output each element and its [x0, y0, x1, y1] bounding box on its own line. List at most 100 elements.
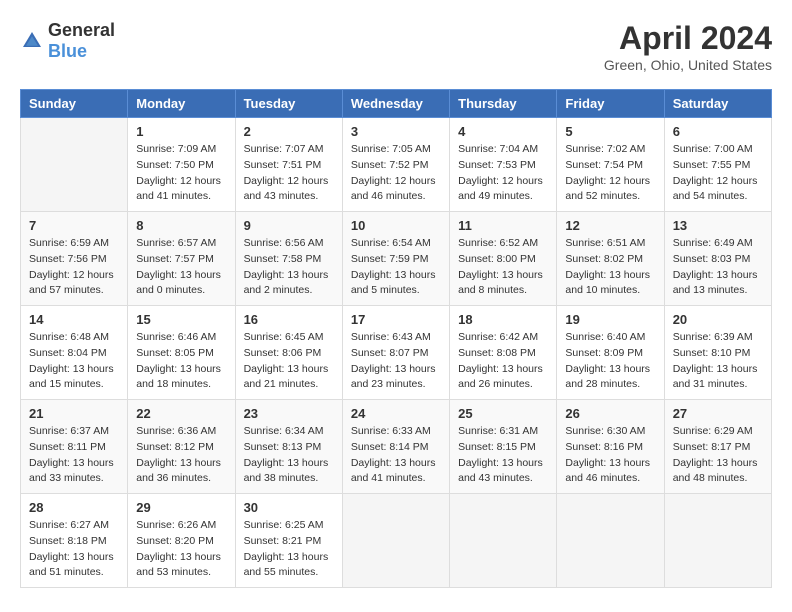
calendar-cell: 13 Sunrise: 6:49 AMSunset: 8:03 PMDayligh…: [664, 212, 771, 306]
calendar-cell: 5 Sunrise: 7:02 AMSunset: 7:54 PMDaylight…: [557, 118, 664, 212]
day-info: Sunrise: 6:25 AMSunset: 8:21 PMDaylight:…: [244, 518, 334, 581]
week-row-3: 14Sunrise: 6:48 AMSunset: 8:04 PMDayligh…: [21, 306, 772, 400]
day-info: Sunrise: 6:57 AMSunset: 7:57 PMDaylight:…: [136, 236, 226, 299]
day-info: Sunrise: 7:05 AMSunset: 7:52 PMDaylight:…: [351, 142, 441, 205]
calendar-cell: 15 Sunrise: 6:46 AMSunset: 8:05 PMDayligh…: [128, 306, 235, 400]
logo-text-blue: Blue: [48, 41, 87, 61]
day-number: 3: [351, 124, 441, 139]
day-info: Sunrise: 6:27 AMSunset: 8:18 PMDaylight:…: [29, 518, 119, 581]
day-info: Sunrise: 6:40 AMSunset: 8:09 PMDaylight:…: [565, 330, 655, 393]
day-info: Sunrise: 6:56 AMSunset: 7:58 PMDaylight:…: [244, 236, 334, 299]
page-header: General Blue April 2024 Green, Ohio, Uni…: [20, 20, 772, 73]
day-info: Sunrise: 6:54 AMSunset: 7:59 PMDaylight:…: [351, 236, 441, 299]
day-info: Sunrise: 6:59 AMSunset: 7:56 PMDaylight:…: [29, 236, 119, 299]
day-number: 6: [673, 124, 763, 139]
calendar-cell: 24Sunrise: 6:33 AMSunset: 8:14 PMDayligh…: [342, 400, 449, 494]
calendar-cell: [664, 494, 771, 588]
calendar-cell: 8 Sunrise: 6:57 AMSunset: 7:57 PMDaylight…: [128, 212, 235, 306]
calendar-cell: 12 Sunrise: 6:51 AMSunset: 8:02 PMDayligh…: [557, 212, 664, 306]
week-row-2: 7 Sunrise: 6:59 AMSunset: 7:56 PMDaylight…: [21, 212, 772, 306]
logo-icon: [20, 29, 44, 53]
day-info: Sunrise: 6:39 AMSunset: 8:10 PMDaylight:…: [673, 330, 763, 393]
title-area: April 2024 Green, Ohio, United States: [604, 20, 772, 73]
day-info: Sunrise: 6:34 AMSunset: 8:13 PMDaylight:…: [244, 424, 334, 487]
calendar-cell: 2 Sunrise: 7:07 AMSunset: 7:51 PMDaylight…: [235, 118, 342, 212]
day-number: 27: [673, 406, 763, 421]
week-row-1: 1Sunrise: 7:09 AMSunset: 7:50 PMDaylight…: [21, 118, 772, 212]
calendar-table: SundayMondayTuesdayWednesdayThursdayFrid…: [20, 89, 772, 588]
day-number: 29: [136, 500, 226, 515]
calendar-cell: [21, 118, 128, 212]
day-info: Sunrise: 6:48 AMSunset: 8:04 PMDaylight:…: [29, 330, 119, 393]
day-number: 16: [244, 312, 334, 327]
day-number: 8: [136, 218, 226, 233]
day-number: 17: [351, 312, 441, 327]
day-number: 13: [673, 218, 763, 233]
day-number: 22: [136, 406, 226, 421]
day-number: 2: [244, 124, 334, 139]
column-header-wednesday: Wednesday: [342, 90, 449, 118]
day-info: Sunrise: 6:29 AMSunset: 8:17 PMDaylight:…: [673, 424, 763, 487]
calendar-cell: 25Sunrise: 6:31 AMSunset: 8:15 PMDayligh…: [450, 400, 557, 494]
day-number: 15: [136, 312, 226, 327]
calendar-cell: 27 Sunrise: 6:29 AMSunset: 8:17 PMDayligh…: [664, 400, 771, 494]
calendar-location: Green, Ohio, United States: [604, 57, 772, 73]
day-info: Sunrise: 6:51 AMSunset: 8:02 PMDaylight:…: [565, 236, 655, 299]
calendar-cell: 30 Sunrise: 6:25 AMSunset: 8:21 PMDayligh…: [235, 494, 342, 588]
day-info: Sunrise: 6:30 AMSunset: 8:16 PMDaylight:…: [565, 424, 655, 487]
day-number: 18: [458, 312, 548, 327]
day-info: Sunrise: 6:45 AMSunset: 8:06 PMDaylight:…: [244, 330, 334, 393]
day-info: Sunrise: 6:26 AMSunset: 8:20 PMDaylight:…: [136, 518, 226, 581]
calendar-cell: 20 Sunrise: 6:39 AMSunset: 8:10 PMDayligh…: [664, 306, 771, 400]
calendar-cell: [557, 494, 664, 588]
column-header-friday: Friday: [557, 90, 664, 118]
day-info: Sunrise: 6:46 AMSunset: 8:05 PMDaylight:…: [136, 330, 226, 393]
day-number: 23: [244, 406, 334, 421]
calendar-cell: 3 Sunrise: 7:05 AMSunset: 7:52 PMDaylight…: [342, 118, 449, 212]
day-number: 24: [351, 406, 441, 421]
day-info: Sunrise: 7:07 AMSunset: 7:51 PMDaylight:…: [244, 142, 334, 205]
calendar-cell: 9Sunrise: 6:56 AMSunset: 7:58 PMDaylight…: [235, 212, 342, 306]
column-header-monday: Monday: [128, 90, 235, 118]
calendar-cell: 28 Sunrise: 6:27 AMSunset: 8:18 PMDayligh…: [21, 494, 128, 588]
calendar-cell: 26 Sunrise: 6:30 AMSunset: 8:16 PMDayligh…: [557, 400, 664, 494]
calendar-cell: 1Sunrise: 7:09 AMSunset: 7:50 PMDaylight…: [128, 118, 235, 212]
calendar-cell: [342, 494, 449, 588]
calendar-header-row: SundayMondayTuesdayWednesdayThursdayFrid…: [21, 90, 772, 118]
day-number: 7: [29, 218, 119, 233]
day-info: Sunrise: 6:37 AMSunset: 8:11 PMDaylight:…: [29, 424, 119, 487]
column-header-thursday: Thursday: [450, 90, 557, 118]
day-number: 12: [565, 218, 655, 233]
calendar-cell: 23 Sunrise: 6:34 AMSunset: 8:13 PMDayligh…: [235, 400, 342, 494]
calendar-cell: 17Sunrise: 6:43 AMSunset: 8:07 PMDayligh…: [342, 306, 449, 400]
day-info: Sunrise: 6:36 AMSunset: 8:12 PMDaylight:…: [136, 424, 226, 487]
week-row-4: 21 Sunrise: 6:37 AMSunset: 8:11 PMDayligh…: [21, 400, 772, 494]
day-number: 20: [673, 312, 763, 327]
calendar-cell: 22 Sunrise: 6:36 AMSunset: 8:12 PMDayligh…: [128, 400, 235, 494]
day-info: Sunrise: 7:09 AMSunset: 7:50 PMDaylight:…: [136, 142, 226, 205]
day-number: 28: [29, 500, 119, 515]
calendar-cell: 19Sunrise: 6:40 AMSunset: 8:09 PMDayligh…: [557, 306, 664, 400]
calendar-cell: 16 Sunrise: 6:45 AMSunset: 8:06 PMDayligh…: [235, 306, 342, 400]
week-row-5: 28 Sunrise: 6:27 AMSunset: 8:18 PMDayligh…: [21, 494, 772, 588]
logo-text-general: General: [48, 20, 115, 40]
day-number: 5: [565, 124, 655, 139]
day-info: Sunrise: 6:31 AMSunset: 8:15 PMDaylight:…: [458, 424, 548, 487]
day-info: Sunrise: 6:49 AMSunset: 8:03 PMDaylight:…: [673, 236, 763, 299]
column-header-sunday: Sunday: [21, 90, 128, 118]
day-number: 4: [458, 124, 548, 139]
day-info: Sunrise: 7:02 AMSunset: 7:54 PMDaylight:…: [565, 142, 655, 205]
day-number: 30: [244, 500, 334, 515]
day-info: Sunrise: 7:04 AMSunset: 7:53 PMDaylight:…: [458, 142, 548, 205]
calendar-cell: 6Sunrise: 7:00 AMSunset: 7:55 PMDaylight…: [664, 118, 771, 212]
day-number: 21: [29, 406, 119, 421]
calendar-cell: 18 Sunrise: 6:42 AMSunset: 8:08 PMDayligh…: [450, 306, 557, 400]
calendar-cell: 10 Sunrise: 6:54 AMSunset: 7:59 PMDayligh…: [342, 212, 449, 306]
calendar-cell: 21 Sunrise: 6:37 AMSunset: 8:11 PMDayligh…: [21, 400, 128, 494]
column-header-tuesday: Tuesday: [235, 90, 342, 118]
day-number: 26: [565, 406, 655, 421]
calendar-cell: 29 Sunrise: 6:26 AMSunset: 8:20 PMDayligh…: [128, 494, 235, 588]
day-info: Sunrise: 6:42 AMSunset: 8:08 PMDaylight:…: [458, 330, 548, 393]
day-info: Sunrise: 6:52 AMSunset: 8:00 PMDaylight:…: [458, 236, 548, 299]
day-number: 10: [351, 218, 441, 233]
